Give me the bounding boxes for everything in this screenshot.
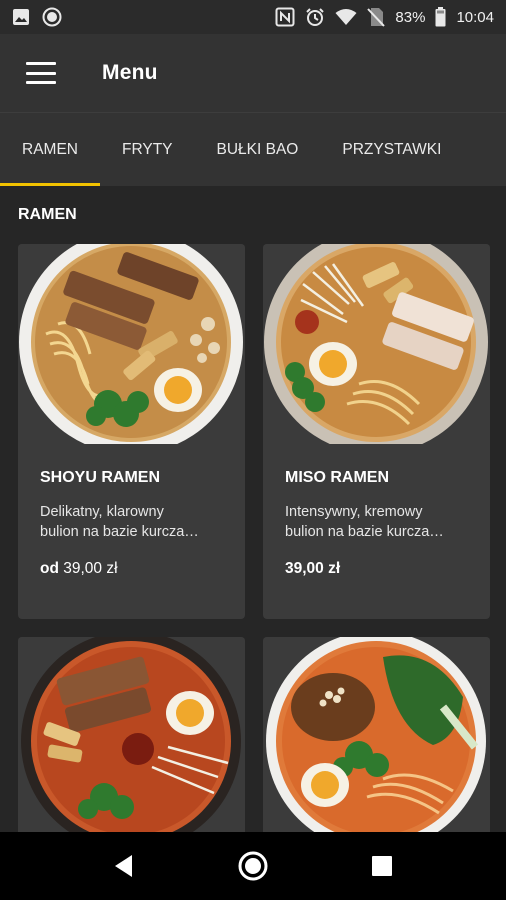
page-title: Menu <box>102 61 158 84</box>
item-price: 39,00 zł <box>285 560 341 577</box>
hamburger-menu-icon[interactable] <box>26 62 56 84</box>
alarm-icon <box>305 7 325 27</box>
app-bar: Menu <box>0 34 506 112</box>
circle-notification-icon <box>42 7 62 27</box>
spicy-ramen-image <box>18 637 245 837</box>
menu-item-card[interactable] <box>263 637 490 837</box>
home-icon[interactable] <box>223 836 283 896</box>
recents-icon[interactable] <box>352 836 412 896</box>
item-price: od 39,00 zł <box>40 560 118 577</box>
tab-ramen[interactable]: RAMEN <box>0 113 100 186</box>
miso-ramen-image <box>263 244 490 444</box>
no-sim-icon <box>367 7 386 27</box>
clock: 10:04 <box>456 8 494 26</box>
tab-przystawki[interactable]: PRZYSTAWKI <box>320 113 463 186</box>
item-description: Delikatny, klarowny bulion na bazie kurc… <box>40 504 199 540</box>
battery-icon <box>435 7 446 27</box>
system-nav-bar <box>0 832 506 900</box>
tab-fryty[interactable]: FRYTY <box>100 113 195 186</box>
shoyu-ramen-image <box>18 244 245 444</box>
category-tabs: RAMEN FRYTY BUŁKI BAO PRZYSTAWKI <box>0 112 506 186</box>
tab-bulki-bao[interactable]: BUŁKI BAO <box>195 113 321 186</box>
item-description: Intensywny, kremowy bulion na bazie kurc… <box>285 504 444 540</box>
menu-item-card[interactable]: SHOYU RAMEN Delikatny, klarowny bulion n… <box>18 244 245 619</box>
wifi-icon <box>335 8 357 26</box>
back-icon[interactable] <box>94 836 154 896</box>
image-icon <box>12 8 30 26</box>
menu-item-card[interactable] <box>18 637 245 837</box>
status-bar: 83% 10:04 <box>0 0 506 34</box>
section-title: RAMEN <box>18 206 77 223</box>
battery-percent: 83% <box>395 8 426 26</box>
menu-item-card[interactable]: MISO RAMEN Intensywny, kremowy bulion na… <box>263 244 490 619</box>
item-name: MISO RAMEN <box>285 469 389 486</box>
nfc-icon <box>275 7 295 27</box>
item-name: SHOYU RAMEN <box>40 469 161 486</box>
tantan-ramen-image <box>263 637 490 837</box>
